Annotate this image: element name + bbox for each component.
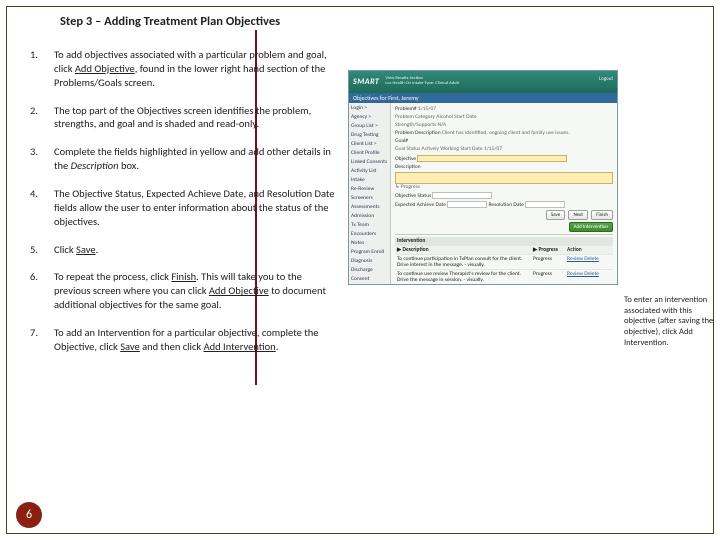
expected-date-label: Expected Achieve Date	[395, 202, 446, 208]
resolution-date-input[interactable]	[525, 201, 565, 208]
step-number: 1.	[30, 48, 54, 90]
panel-title: Objectives for First, Jeremy	[349, 93, 617, 103]
step-item: 1.To add objectives associated with a pa…	[30, 48, 338, 90]
page-number-badge: 6	[16, 502, 42, 528]
col-progress: ▶ Progress	[533, 247, 567, 253]
main-panel: Problem# 1/15/07 Problem Category Alcoho…	[391, 103, 617, 284]
progress-label: ↳ Progress	[395, 184, 613, 190]
step-item: 7.To add an Intervention for a particula…	[30, 326, 338, 354]
problem-strength: Strength/Supports N/A	[395, 122, 613, 128]
step-item: 4.The Objective Status, Expected Achieve…	[30, 187, 338, 229]
goal-status: Goal Status Actively Working Start Date …	[395, 146, 613, 152]
problem-label: Problem#	[395, 106, 417, 112]
app-banner: SMART View Results Section Loc Health Ct…	[349, 71, 617, 93]
sidebar-item[interactable]: Login >	[351, 105, 388, 111]
sidebar-item[interactable]: Screeners	[351, 195, 388, 201]
intervention-progress: Progress	[533, 256, 567, 268]
step-text: The top part of the Objectives screen id…	[54, 104, 338, 132]
step-number: 3.	[30, 145, 54, 173]
objective-label: Objective	[395, 156, 416, 162]
page-title: Step 3 – Adding Treatment Plan Objective…	[60, 14, 280, 29]
resolution-date-label: Resolution Date	[488, 202, 523, 208]
save-button[interactable]: Save	[546, 210, 565, 220]
sidebar-item[interactable]: Re-Review	[351, 186, 388, 192]
problem-category: Problem Category Alcohol Start Date	[395, 114, 613, 120]
description-textarea[interactable]	[395, 172, 613, 184]
sidebar-item[interactable]: Drug Testing	[351, 132, 388, 138]
sidebar-item[interactable]: Intake	[351, 177, 388, 183]
objective-input[interactable]	[417, 155, 567, 162]
intervention-progress: Progress	[533, 271, 567, 283]
step-number: 4.	[30, 187, 54, 229]
sidebar-item[interactable]: Assessments	[351, 204, 388, 210]
sidebar-item[interactable]: Activity List	[351, 168, 388, 174]
intervention-rows: To continue participation in TxPlan cons…	[395, 254, 613, 284]
logout-link[interactable]: Logout	[599, 76, 613, 82]
step-item: 6.To repeat the process, click Finish. T…	[30, 270, 338, 312]
col-action: Action	[567, 247, 611, 253]
step-item: 5.Click Save.	[30, 243, 338, 257]
intervention-desc: To continue use review Therapist's revie…	[397, 271, 533, 283]
intervention-actions[interactable]: Review Delete	[567, 271, 611, 283]
finish-button[interactable]: Finish	[591, 210, 613, 220]
step-text: Complete the fields highlighted in yello…	[54, 145, 338, 173]
step-text: To add an Intervention for a particular …	[54, 326, 338, 354]
objective-status-input[interactable]	[432, 192, 492, 199]
sidebar-item[interactable]: Client Profile	[351, 150, 388, 156]
step-text: Click Save.	[54, 243, 338, 257]
sidebar-item[interactable]: Discharge	[351, 267, 388, 273]
expected-date-input[interactable]	[447, 201, 487, 208]
screenshot-caption: To enter an intervention associated with…	[624, 295, 716, 348]
sidebar-item[interactable]: Linked Consents	[351, 159, 388, 165]
sidebar-item[interactable]: Program Enroll	[351, 249, 388, 255]
intervention-desc: To continue participation in TxPlan cons…	[397, 256, 533, 268]
steps-list: 1.To add objectives associated with a pa…	[30, 48, 338, 368]
description-label: Description	[395, 164, 421, 170]
intervention-section: Intervention ▶ Description ▶ Progress Ac…	[395, 234, 613, 284]
sidebar: Login > Agency > Group List > Drug Testing C…	[349, 103, 391, 284]
sidebar-item[interactable]: Client List >	[351, 141, 388, 147]
step-number: 2.	[30, 104, 54, 132]
sidebar-item[interactable]: Encounters	[351, 231, 388, 237]
sidebar-item[interactable]: Diagnosis	[351, 258, 388, 264]
app-meta: View Results Section Loc Health Ctr Inta…	[385, 77, 459, 87]
app-logo: SMART	[353, 77, 379, 87]
step-number: 5.	[30, 243, 54, 257]
goal-label: Goal#	[395, 138, 408, 144]
sidebar-item[interactable]: Group List >	[351, 123, 388, 129]
objective-status-label: Objective Status	[395, 193, 431, 199]
sidebar-item[interactable]: Consent	[351, 276, 388, 282]
intervention-row: To continue use review Therapist's revie…	[395, 269, 613, 284]
sidebar-item[interactable]: Notes	[351, 240, 388, 246]
sidebar-item[interactable]: Admission	[351, 213, 388, 219]
sidebar-item[interactable]: Agency >	[351, 114, 388, 120]
app-screenshot: SMART View Results Section Loc Health Ct…	[348, 70, 618, 285]
next-button[interactable]: Next	[568, 210, 588, 220]
step-number: 6.	[30, 270, 54, 312]
step-text: The Objective Status, Expected Achieve D…	[54, 187, 338, 229]
intervention-heading: Intervention	[397, 238, 425, 244]
step-text: To repeat the process, click Finish. Thi…	[54, 270, 338, 312]
step-number: 7.	[30, 326, 54, 354]
intervention-actions[interactable]: Review Delete	[567, 256, 611, 268]
step-item: 2.The top part of the Objectives screen …	[30, 104, 338, 132]
col-description: ▶ Description	[397, 247, 533, 253]
step-text: To add objectives associated with a part…	[54, 48, 338, 90]
problem-desc-label: Problem Description	[395, 130, 441, 136]
sidebar-item[interactable]: Tx Team	[351, 222, 388, 228]
add-intervention-button[interactable]: Add Intervention	[569, 222, 613, 232]
step-item: 3.Complete the fields highlighted in yel…	[30, 145, 338, 173]
intervention-row: To continue participation in TxPlan cons…	[395, 254, 613, 269]
